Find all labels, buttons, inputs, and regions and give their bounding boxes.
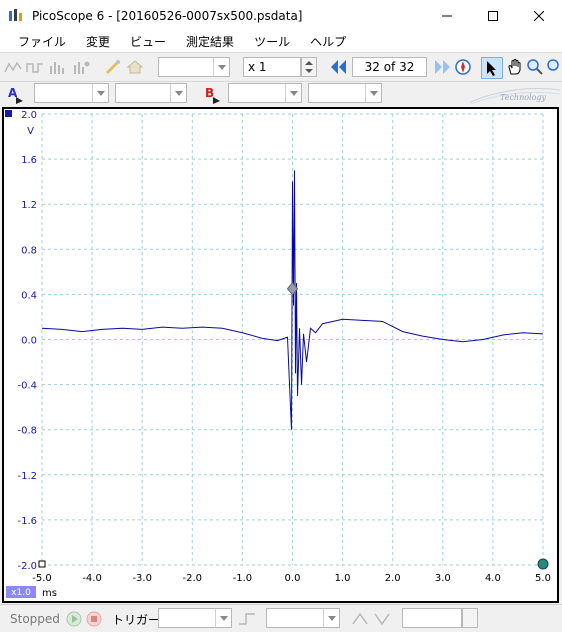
chevron-down-icon (213, 58, 229, 76)
y-tick-label: 2.0 (21, 110, 37, 121)
zoom-out-icon[interactable] (546, 58, 562, 76)
y-tick-label: 0.0 (21, 336, 37, 347)
channel-toolbar: A B Technology (0, 82, 562, 106)
navigator-icon[interactable] (454, 58, 472, 76)
rising-edge-icon[interactable] (352, 612, 368, 629)
zoom-in-icon[interactable] (526, 58, 544, 76)
next-buffer-icon[interactable] (432, 58, 450, 76)
maximize-button[interactable] (470, 0, 516, 31)
probe-icon[interactable] (104, 58, 122, 76)
title-bar: PicoScope 6 - [20160526-0007sx500.psdata… (0, 0, 562, 31)
chevron-down-icon (285, 84, 301, 102)
y-tick-label: -1.6 (17, 516, 37, 527)
main-toolbar: x 1 32 of 32 (0, 54, 562, 82)
serial-decode-icon[interactable] (72, 58, 90, 76)
menu-help[interactable]: ヘルプ (300, 31, 356, 53)
menu-measurements[interactable]: 測定結果 (176, 31, 244, 53)
y-tick-label: -2.0 (17, 561, 37, 572)
status-label: Stopped (10, 612, 60, 626)
start-button[interactable] (66, 611, 82, 630)
scope-chart[interactable]: 2.0 1.6 1.2 0.8 0.4 0.0 -0.4 -0.8 -1.2 -1.6 -2.0 V -… (4, 109, 557, 601)
x-tick-label: -1.0 (233, 573, 253, 584)
y-tick-label: 1.6 (21, 155, 37, 166)
x-tick-label: 3.0 (435, 573, 451, 584)
x-tick-label: -2.0 (183, 573, 203, 584)
menu-tools[interactable]: ツール (244, 31, 300, 53)
trigger-threshold-input[interactable] (402, 608, 462, 628)
y-axis-unit: V (27, 126, 34, 137)
y-tick-label: 1.2 (21, 200, 37, 211)
trigger-threshold-stepper[interactable] (462, 608, 478, 628)
menu-file[interactable]: ファイル (8, 31, 76, 53)
x-tick-label: -5.0 (32, 573, 52, 584)
ruler-end-marker[interactable] (537, 558, 549, 570)
menu-view[interactable]: ビュー (120, 31, 176, 53)
select-pointer-icon[interactable] (481, 57, 503, 79)
scope-mode-icon[interactable] (4, 58, 22, 76)
scope-view[interactable]: 2.0 1.6 1.2 0.8 0.4 0.0 -0.4 -0.8 -1.2 -1.6 -2.0 V -… (2, 107, 559, 603)
status-bar: Stopped トリガー (0, 604, 562, 632)
y-tick-label: 0.8 (21, 245, 37, 256)
x-tick-label: -3.0 (132, 573, 152, 584)
x-tick-label: 1.0 (335, 573, 351, 584)
x-tick-label: 0.0 (285, 573, 301, 584)
pico-logo-text: Technology (500, 93, 547, 102)
close-button[interactable] (516, 0, 562, 31)
channel-a-range-dropdown[interactable] (34, 83, 109, 103)
previous-buffer-icon[interactable] (329, 58, 347, 76)
x-axis-unit: ms (42, 588, 57, 599)
channel-b-coupling-dropdown[interactable] (308, 83, 382, 103)
channel-a-coupling-dropdown[interactable] (115, 83, 187, 103)
hand-pan-icon[interactable] (506, 58, 524, 76)
spectrum-mode-icon[interactable] (48, 58, 66, 76)
collection-time-dropdown[interactable] (158, 57, 230, 77)
chevron-down-icon (215, 609, 231, 627)
channel-b-range-dropdown[interactable] (228, 83, 302, 103)
channel-b-probe-icon[interactable] (213, 94, 220, 104)
channel-a-axis-marker (5, 110, 12, 117)
zoom-factor-stepper[interactable] (301, 57, 317, 77)
y-tick-label: -1.2 (17, 471, 37, 482)
chevron-down-icon (323, 609, 339, 627)
chevron-down-icon (365, 84, 381, 102)
trigger-label: トリガー (112, 613, 161, 627)
chevron-down-icon (92, 84, 108, 102)
menu-bar: ファイル 変更 ビュー 測定結果 ツール ヘルプ (0, 31, 562, 53)
stop-button[interactable] (86, 611, 102, 630)
y-tick-label: -0.4 (17, 381, 37, 392)
menu-edit[interactable]: 変更 (76, 31, 120, 53)
ruler-start-marker[interactable] (38, 560, 46, 568)
picoscope-app-icon (8, 8, 24, 23)
x-tick-label: -4.0 (82, 573, 102, 584)
x-tick-label: 5.0 (535, 573, 551, 584)
buffer-position-field[interactable]: 32 of 32 (352, 57, 427, 77)
x-tick-label: 2.0 (385, 573, 401, 584)
zoom-badge-label: x1.0 (11, 588, 31, 598)
minimize-button[interactable] (424, 0, 470, 31)
channel-a-probe-icon[interactable] (16, 94, 23, 104)
y-tick-label: -0.8 (17, 426, 37, 437)
trigger-edge-icon[interactable] (238, 612, 256, 629)
home-icon[interactable] (126, 58, 144, 76)
y-tick-label: 0.4 (21, 290, 37, 301)
trigger-mode-dropdown[interactable] (158, 608, 232, 628)
chevron-down-icon (170, 84, 186, 102)
persistence-mode-icon[interactable] (26, 58, 44, 76)
falling-edge-icon[interactable] (374, 612, 390, 629)
zoom-factor-input[interactable]: x 1 (243, 57, 301, 77)
trigger-source-dropdown[interactable] (266, 608, 340, 628)
x-tick-label: 4.0 (485, 573, 501, 584)
window-title: PicoScope 6 - [20160526-0007sx500.psdata… (32, 8, 303, 23)
